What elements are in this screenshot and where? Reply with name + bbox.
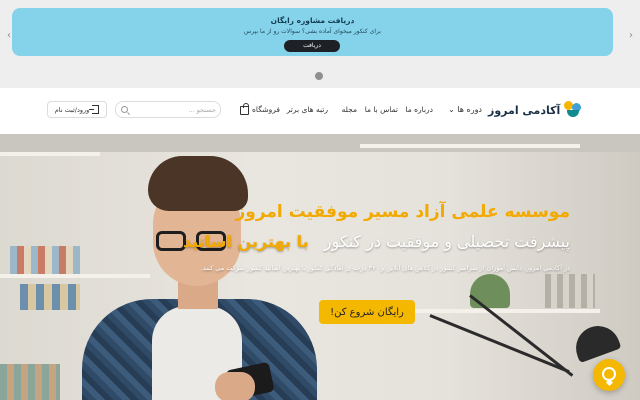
hero-subtitle-main: پیشرفت تحصیلی و موفقیت در کنکور [323,232,570,251]
promo-get-button[interactable]: دریافت [284,40,340,52]
background-shelf [0,152,100,156]
background-books [545,274,595,308]
hero-subtitle: پیشرفت تحصیلی و موفقیت در کنکور با بهتری… [183,232,570,251]
carousel-next-arrow-icon[interactable]: › [625,30,637,42]
background-books [0,364,60,400]
promo-section: ‹ دریافت مشاوره رایگان برای کنکور میخوای… [0,0,640,88]
desk-lamp [429,314,570,374]
promo-title: دریافت مشاوره رایگان [270,16,355,25]
background-shelf [360,144,580,148]
logo-text: آکادمی امروز [488,103,561,117]
login-icon [89,105,100,114]
nav-contact[interactable]: تماس با ما [360,103,398,117]
promo-card: دریافت مشاوره رایگان برای کنکور میخوای آ… [12,8,613,56]
background-shelf [0,134,640,152]
nav-shop[interactable]: فروشگاه [238,102,280,117]
background-books [20,284,80,310]
carousel-dot[interactable] [315,72,323,80]
background-books [10,246,80,274]
background-shelf [0,274,150,278]
chat-icon [602,367,616,381]
hero-title: موسسه علمی آزاد مسیر موفقیت امروز [235,202,570,222]
nav-magazine[interactable]: مجله [333,103,357,117]
nav-top-ranks[interactable]: رتبه های برتر [284,103,328,117]
person-hair [148,156,248,211]
person-glasses [156,231,186,251]
search-icon[interactable] [121,106,128,113]
promo-subtitle: برای کنکور میخوای آماده بشی؟ سوالات رو ا… [244,28,381,35]
hero-subtitle-accent: با بهترین اساتید [183,232,309,251]
person-hand [215,372,255,400]
hero-description: در آکادمی امروز، دانش آموزان از سراسر کش… [200,264,570,272]
hero-section: موسسه علمی آزاد مسیر موفقیت امروز پیشرفت… [0,134,640,400]
nav-courses[interactable]: دوره ها ⌄ [442,103,482,117]
login-button[interactable]: ورود/ثبت نام [47,101,107,118]
background-plant [470,274,510,308]
shopping-bag-icon [240,102,249,115]
navbar: آکادمی امروز دوره ها ⌄ درباره ما تماس با… [0,88,640,134]
login-label: ورود/ثبت نام [54,105,90,114]
search-box [115,101,221,118]
site-logo[interactable]: آکادمی امروز [488,98,594,122]
desk-lamp [569,319,622,364]
logo-mark-icon [564,101,582,119]
chat-button[interactable] [593,359,625,391]
nav-about[interactable]: درباره ما [403,103,433,117]
shop-label: فروشگاه [252,105,280,114]
start-free-button[interactable]: رایگان شروع کن! [319,300,415,324]
search-input[interactable] [132,104,216,116]
